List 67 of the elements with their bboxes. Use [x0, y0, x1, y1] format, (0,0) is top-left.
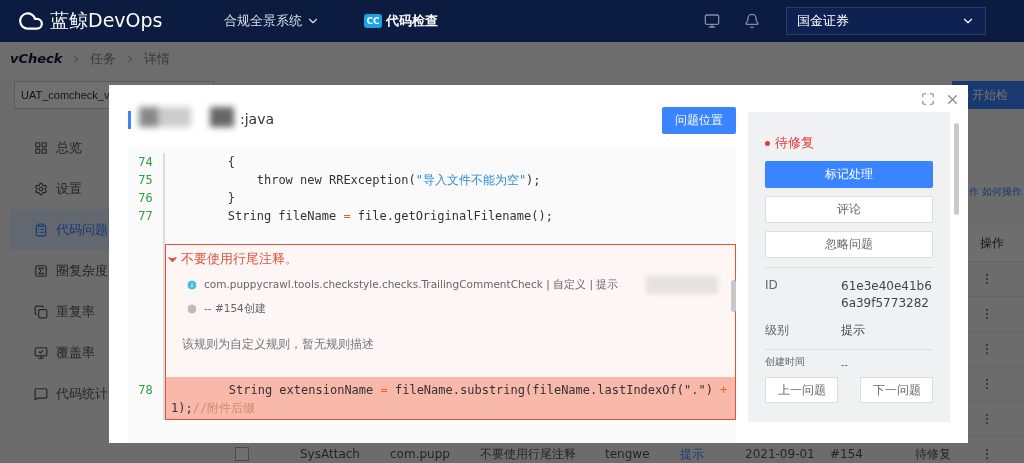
bell-icon[interactable] — [744, 13, 760, 29]
app-logo: CC — [364, 14, 382, 28]
line-number: 74 — [137, 154, 154, 171]
rule-description: 该规则为自定义规则，暂无规则描述 — [181, 336, 375, 353]
app-name[interactable]: 代码检查 — [385, 12, 438, 30]
table-cell: SysAttach — [300, 447, 360, 461]
sigma-icon — [34, 263, 48, 278]
table-cell: 不要使用行尾注释 — [480, 445, 576, 463]
code-line: throw new RRException("导入文件不能为空"); — [255, 172, 541, 189]
action-button[interactable]: 忽略问题 — [765, 231, 933, 258]
line-number: 78 — [137, 382, 154, 399]
action-button[interactable]: 评论 — [765, 196, 933, 223]
monitor-icon[interactable] — [704, 13, 720, 29]
issue-title: 不要使用行尾注释。 — [181, 251, 298, 268]
previous-button[interactable]: 上一问题 — [765, 377, 838, 403]
sidebar-item[interactable]: 代码统计 — [10, 373, 110, 414]
sidebar-item[interactable]: 圈复杂度 — [10, 250, 110, 291]
info-icon — [186, 279, 198, 291]
code-line: { — [226, 154, 236, 171]
sidebar-item[interactable]: 代码问题 — [10, 209, 110, 250]
table-cell: #154 — [830, 447, 863, 461]
table-cell: 2021-09-01 — [745, 447, 815, 461]
sidebar-item[interactable]: 设置 — [10, 168, 110, 209]
table-cell: tengwe — [605, 447, 650, 461]
field-value: 61e3e40e41b66a39f5773282 — [841, 278, 933, 312]
message-icon — [34, 386, 48, 401]
nav-menu[interactable]: 合规全景系统 — [224, 12, 321, 30]
gear-icon — [34, 181, 48, 196]
rule-name: com.puppycrawl.tools.checkstyle.checks.TrailingCommentCheck | 自定义 | 提示 — [204, 278, 619, 292]
mark-handled-button[interactable]: 标记处理 — [765, 161, 933, 188]
field-value: 提示 — [841, 322, 866, 339]
sidebar-item[interactable]: 总览 — [10, 127, 110, 168]
brand-name: 蓝鲸DevOps — [50, 8, 163, 33]
code-line: } — [226, 190, 236, 207]
grid-icon — [34, 140, 48, 155]
line-number: 77 — [137, 208, 154, 225]
line-number: 75 — [137, 172, 154, 189]
field-label: 级别 — [765, 322, 790, 339]
field-label: ID — [765, 278, 779, 294]
line-number: 76 — [137, 190, 154, 207]
scrollbar-thumb[interactable] — [954, 123, 959, 215]
field-label: 创建时间 — [765, 356, 806, 369]
locate-button[interactable]: 问题位置 — [662, 107, 736, 134]
code-line: String extensionName = fileName.substring(fileName.lastIndexOf(".") + 1);//附件后缀 — [170, 382, 729, 417]
vcheck-logo[interactable]: vCheck — [10, 51, 63, 66]
code-line: String fileName = file.getOriginalFilename(); — [226, 208, 553, 225]
org-select[interactable]: 国金证券 — [786, 7, 986, 35]
copy-icon — [34, 304, 48, 319]
sidebar-item[interactable]: 覆盖率 — [10, 332, 110, 373]
scrollbar-thumb[interactable] — [731, 280, 736, 312]
table-cell: com.pupp — [390, 447, 450, 461]
help-link[interactable]: 作 如何操作 — [969, 185, 1022, 205]
next-button[interactable]: 下一问题 — [860, 377, 933, 403]
field-value: -- — [841, 358, 849, 372]
level-link[interactable]: 提示 — [680, 445, 704, 463]
clipboard-icon — [34, 222, 48, 237]
row-checkbox[interactable] — [235, 447, 249, 461]
issue-status: 待修复 — [775, 134, 814, 152]
close-icon[interactable] — [945, 92, 960, 107]
table-cell: 待修复 — [915, 445, 951, 463]
creator-text: -- #154创建 — [204, 302, 266, 316]
status-dot — [765, 140, 770, 146]
fullscreen-icon[interactable] — [921, 92, 935, 106]
clock-icon — [186, 303, 198, 315]
sidebar-item[interactable]: 重复率 — [10, 291, 110, 332]
monitor-icon — [34, 345, 48, 360]
file-name: :java — [240, 111, 275, 127]
